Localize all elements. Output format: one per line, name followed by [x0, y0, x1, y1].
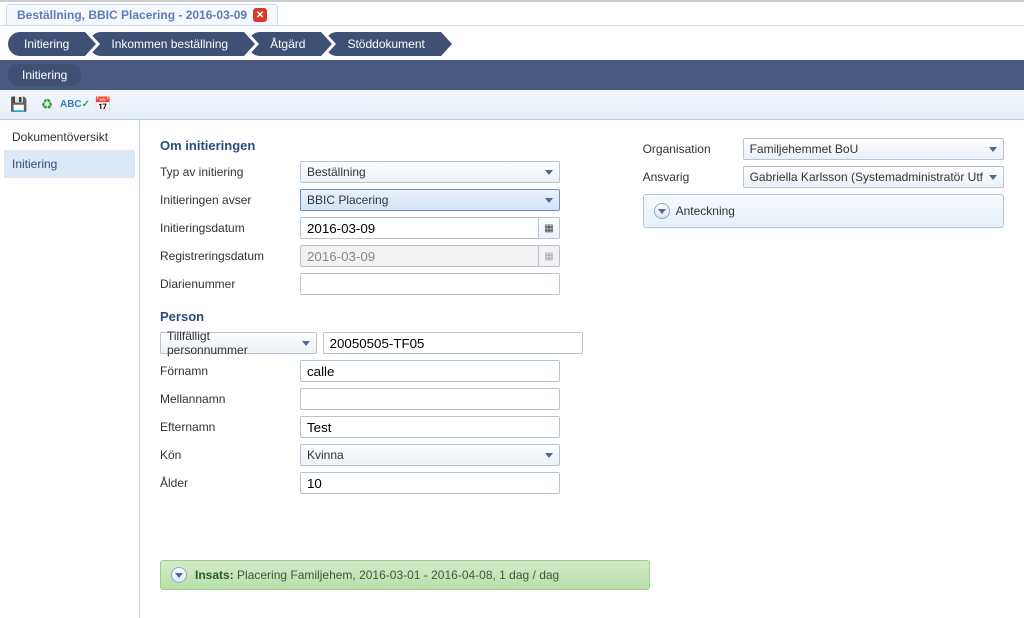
spellcheck-icon[interactable]: ABC✓ — [66, 96, 84, 114]
crumb-label: Inkommen beställning — [111, 37, 228, 51]
label-mellannamn: Mellannamn — [160, 392, 300, 406]
select-organisation[interactable]: Familjehemmet BoU — [743, 138, 1004, 160]
input-alder[interactable] — [300, 472, 560, 494]
label-efternamn: Efternamn — [160, 420, 300, 434]
expand-icon — [171, 567, 187, 583]
subnav: Initiering — [0, 60, 1024, 90]
crumb-label: Initiering — [24, 37, 69, 51]
sidebar-item-label: Initiering — [12, 157, 57, 171]
toolbar: 💾 ♻ ABC✓ 📅 — [0, 90, 1024, 120]
select-value: BBIC Placering — [307, 193, 388, 207]
label-typ: Typ av initiering — [160, 165, 300, 179]
label-avser: Initieringen avser — [160, 193, 300, 207]
close-icon[interactable]: ✕ — [253, 8, 267, 22]
date-picker-button[interactable]: ▦ — [538, 217, 560, 239]
input-mellannamn[interactable] — [300, 388, 560, 410]
crumb-label: Stöddokument — [347, 37, 424, 51]
crumb-label: Åtgärd — [270, 37, 305, 51]
refresh-icon[interactable]: ♻ — [38, 96, 56, 114]
save-icon[interactable]: 💾 — [10, 96, 28, 114]
select-value: Kvinna — [307, 448, 344, 462]
label-diarie: Diarienummer — [160, 277, 300, 291]
chevron-down-icon — [989, 147, 997, 152]
input-registreringsdatum — [300, 245, 538, 267]
insats-panel[interactable]: Insats: Placering Familjehem, 2016-03-01… — [160, 560, 650, 590]
label-initdatum: Initieringsdatum — [160, 221, 300, 235]
select-value: Beställning — [307, 165, 366, 179]
input-diarienummer[interactable] — [300, 273, 560, 295]
chevron-down-icon — [302, 341, 310, 346]
anteckning-label: Anteckning — [676, 204, 735, 218]
select-kon[interactable]: Kvinna — [300, 444, 560, 466]
chevron-down-icon — [989, 175, 997, 180]
subnav-label: Initiering — [22, 68, 67, 82]
crumb-atgard[interactable]: Åtgärd — [248, 32, 321, 56]
subnav-item-initiering[interactable]: Initiering — [8, 64, 81, 86]
label-fornamn: Förnamn — [160, 364, 300, 378]
section-title-person: Person — [160, 309, 583, 324]
calendar-icon[interactable]: 📅 — [94, 96, 112, 114]
crumb-stoddokument[interactable]: Stöddokument — [325, 32, 440, 56]
select-value: Familjehemmet BoU — [750, 142, 859, 156]
label-organisation: Organisation — [643, 142, 743, 156]
section-title-initiering: Om initieringen — [160, 138, 583, 153]
sidebar-item-dokumentoversikt[interactable]: Dokumentöversikt — [4, 124, 135, 151]
chevron-down-icon — [545, 453, 553, 458]
insats-label: Insats: — [195, 568, 234, 582]
input-personnummer[interactable] — [323, 332, 583, 354]
expand-icon — [654, 203, 670, 219]
input-initieringsdatum[interactable] — [300, 217, 538, 239]
document-tab[interactable]: Beställning, BBIC Placering - 2016-03-09… — [6, 4, 278, 25]
input-fornamn[interactable] — [300, 360, 560, 382]
label-kon: Kön — [160, 448, 300, 462]
document-tab-title: Beställning, BBIC Placering - 2016-03-09 — [17, 8, 247, 22]
chevron-down-icon — [545, 170, 553, 175]
select-value: Tillfälligt personnummer — [167, 329, 290, 357]
date-picker-button-disabled: ▦ — [538, 245, 560, 267]
crumb-initiering[interactable]: Initiering — [8, 32, 85, 56]
select-value: Gabriella Karlsson (Systemadministratör … — [750, 170, 983, 184]
label-alder: Ålder — [160, 476, 300, 490]
select-id-type[interactable]: Tillfälligt personnummer — [160, 332, 317, 354]
select-typ-initiering[interactable]: Beställning — [300, 161, 560, 183]
label-ansvarig: Ansvarig — [643, 170, 743, 184]
sidebar: Dokumentöversikt Initiering — [0, 120, 140, 618]
crumb-inkommen[interactable]: Inkommen beställning — [89, 32, 244, 56]
chevron-down-icon — [545, 198, 553, 203]
tab-bar: Beställning, BBIC Placering - 2016-03-09… — [0, 2, 1024, 26]
anteckning-panel[interactable]: Anteckning — [643, 194, 1004, 228]
select-ansvarig[interactable]: Gabriella Karlsson (Systemadministratör … — [743, 166, 1004, 188]
sidebar-item-label: Dokumentöversikt — [12, 130, 108, 144]
sidebar-item-initiering[interactable]: Initiering — [4, 151, 135, 178]
main-panel: Om initieringen Typ av initiering Bestäl… — [140, 120, 1024, 618]
select-initieringen-avser[interactable]: BBIC Placering — [300, 189, 560, 211]
breadcrumb: Initiering Inkommen beställning Åtgärd S… — [0, 26, 1024, 60]
label-regdatum: Registreringsdatum — [160, 249, 300, 263]
insats-text: Placering Familjehem, 2016-03-01 - 2016-… — [237, 568, 559, 582]
input-efternamn[interactable] — [300, 416, 560, 438]
